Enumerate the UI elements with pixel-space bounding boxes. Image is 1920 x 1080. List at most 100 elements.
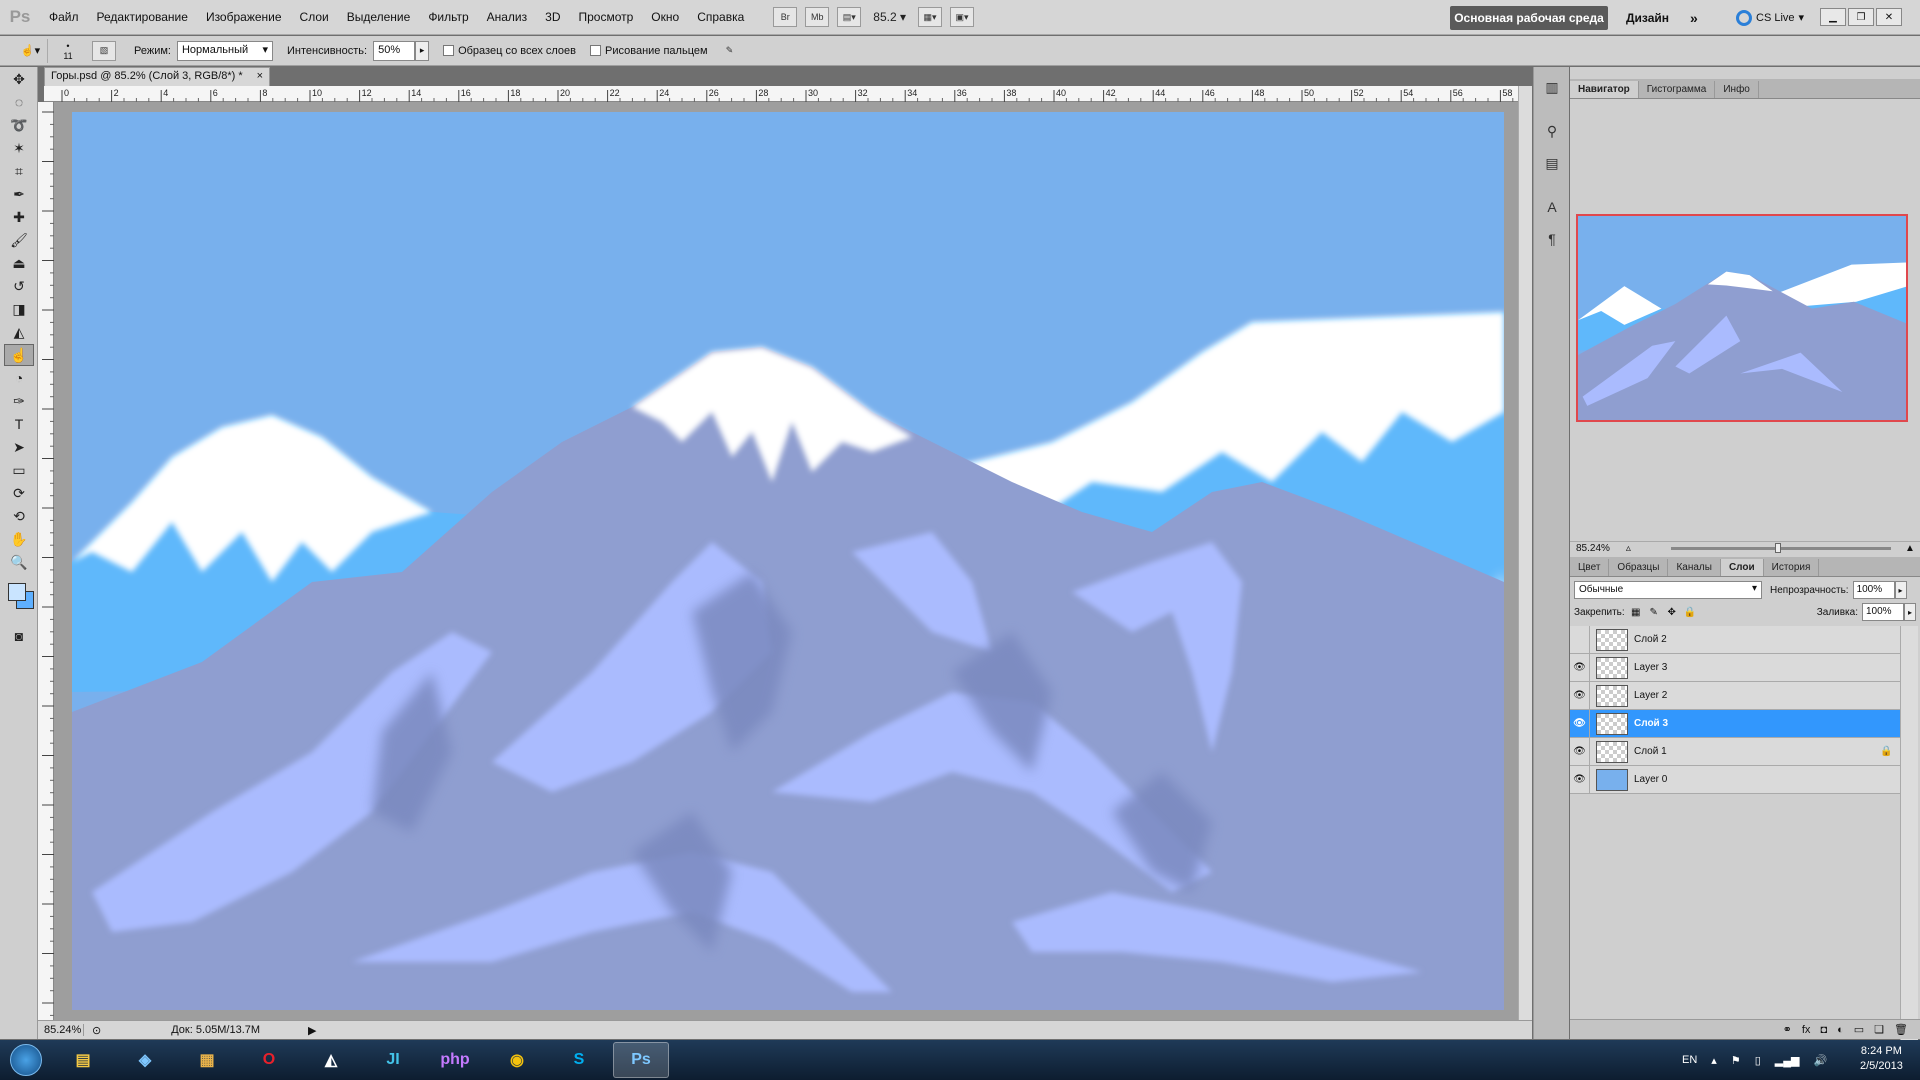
- layers-scrollbar[interactable]: [1900, 626, 1918, 1068]
- workspace-design-button[interactable]: Дизайн: [1626, 6, 1669, 30]
- network-icon[interactable]: ▂▄▆: [1775, 1054, 1800, 1067]
- eyedropper-tool-icon[interactable]: ✒: [4, 183, 34, 205]
- layer-row[interactable]: 👁 Layer 3: [1570, 653, 1900, 682]
- paint-bucket-tool-icon[interactable]: ◭: [4, 321, 34, 343]
- lock-transparency-icon[interactable]: ▦: [1629, 605, 1643, 619]
- 3d-rotate-tool-icon[interactable]: ⟳: [4, 482, 34, 504]
- start-button[interactable]: [0, 1040, 52, 1080]
- layer-thumbnail[interactable]: [1596, 712, 1628, 735]
- blue-app-icon[interactable]: ◈: [117, 1042, 173, 1078]
- canvas-vertical-scrollbar[interactable]: [1518, 86, 1532, 1020]
- mask-icon[interactable]: ◘: [1820, 1024, 1827, 1036]
- visibility-eye-icon[interactable]: 👁: [1570, 681, 1590, 710]
- menu-analysis[interactable]: Анализ: [478, 0, 537, 35]
- tab-histogram[interactable]: Гистограмма: [1639, 81, 1716, 98]
- tab-history[interactable]: История: [1764, 559, 1820, 576]
- minimize-button[interactable]: ▁: [1820, 8, 1846, 26]
- layer-row[interactable]: 👁 Слой 1 🔒: [1570, 737, 1900, 766]
- layer-row[interactable]: 👁 Слой 3: [1570, 709, 1900, 738]
- smudge-tool-preset-icon[interactable]: ☝▾: [14, 38, 48, 63]
- fx-icon[interactable]: fx: [1802, 1024, 1811, 1036]
- action-center-icon[interactable]: ⚑: [1731, 1054, 1741, 1067]
- crop-tool-icon[interactable]: ⌗: [4, 160, 34, 182]
- foreground-color-swatch[interactable]: [8, 583, 26, 601]
- group-icon[interactable]: ▭: [1854, 1023, 1864, 1036]
- zoom-tool-icon[interactable]: 🔍: [4, 551, 34, 573]
- finger-painting-checkbox[interactable]: [590, 45, 602, 56]
- status-menu-arrow-icon[interactable]: ▶: [308, 1024, 316, 1037]
- mode-select[interactable]: Нормальный: [176, 40, 273, 61]
- layer-name[interactable]: Layer 0: [1634, 774, 1880, 785]
- clone-source-panel-icon[interactable]: ⚲: [1539, 119, 1565, 143]
- jetbrains-app-icon[interactable]: JI: [365, 1042, 421, 1078]
- quick-selection-tool-icon[interactable]: ✶: [4, 137, 34, 159]
- fill-slider-toggle[interactable]: ▸: [1904, 603, 1916, 621]
- cs-live-button[interactable]: CS Live ▾: [1736, 6, 1804, 30]
- workspace-essentials-button[interactable]: Основная рабочая среда: [1450, 6, 1608, 30]
- vertical-ruler[interactable]: [38, 102, 54, 1078]
- document-close-icon[interactable]: ×: [257, 70, 263, 84]
- document-tab[interactable]: Горы.psd @ 85.2% (Слой 3, RGB/8*) * ×: [44, 67, 270, 86]
- dodge-tool-icon[interactable]: ◔: [4, 367, 34, 389]
- horizontal-ruler[interactable]: 0 2 4 6 8 10 12 14 16 18 20 22 24 26 28 30 32 34 36 38 40 42 4…: [44, 86, 1539, 102]
- layer-thumbnail[interactable]: [1596, 768, 1628, 791]
- menu-image[interactable]: Изображение: [197, 0, 291, 35]
- screen-mode-button[interactable]: ▣▾: [949, 7, 974, 27]
- arrange-documents-button[interactable]: ▦▾: [917, 7, 942, 27]
- layer-thumbnail[interactable]: [1596, 684, 1628, 707]
- restore-button[interactable]: ❐: [1848, 8, 1874, 26]
- brush-tool-icon[interactable]: 🖌: [4, 229, 34, 251]
- menu-layers[interactable]: Слои: [291, 0, 338, 35]
- layer-row[interactable]: 👁 Layer 0: [1570, 765, 1900, 794]
- 3d-orbit-tool-icon[interactable]: ⟲: [4, 505, 34, 527]
- status-zoom[interactable]: 85.24%: [38, 1024, 84, 1036]
- quick-mask-icon[interactable]: ◙: [4, 625, 34, 647]
- phpstorm-app-icon[interactable]: php: [427, 1042, 483, 1078]
- tab-channels[interactable]: Каналы: [1668, 559, 1721, 576]
- photoshop-app-icon[interactable]: Ps: [613, 1042, 669, 1078]
- layer-row[interactable]: Слой 2: [1570, 625, 1900, 654]
- type-tool-icon[interactable]: T: [4, 413, 34, 435]
- explorer-app-icon[interactable]: ▤: [55, 1042, 111, 1078]
- minibridge-button[interactable]: Mb: [805, 7, 830, 27]
- layer-thumbnail[interactable]: [1596, 628, 1628, 651]
- marquee-tool-icon[interactable]: ◌: [4, 91, 34, 113]
- pressure-icon[interactable]: ✎: [718, 41, 742, 61]
- chrome-app-icon[interactable]: ◉: [489, 1042, 545, 1078]
- menu-help[interactable]: Справка: [688, 0, 753, 35]
- character-panel-icon[interactable]: A: [1539, 195, 1565, 219]
- pen-tool-icon[interactable]: ✑: [4, 390, 34, 412]
- blend-mode-select[interactable]: Обычные: [1574, 581, 1762, 599]
- close-button[interactable]: ✕: [1876, 8, 1902, 26]
- zoom-out-icon[interactable]: ▵: [1626, 543, 1631, 554]
- navigator-zoom-slider[interactable]: [1670, 543, 1891, 553]
- minibridge-panel-icon[interactable]: ▥: [1539, 75, 1565, 99]
- tab-swatches[interactable]: Образцы: [1609, 559, 1669, 576]
- bridge-button[interactable]: Br: [773, 7, 798, 27]
- visibility-eye-icon[interactable]: 👁: [1570, 653, 1590, 682]
- tab-layers[interactable]: Слои: [1720, 559, 1764, 576]
- menu-edit[interactable]: Редактирование: [88, 0, 197, 35]
- layer-name[interactable]: Layer 3: [1634, 662, 1880, 673]
- archive-app-icon[interactable]: ▦: [179, 1042, 235, 1078]
- layer-name[interactable]: Layer 2: [1634, 690, 1880, 701]
- clone-stamp-tool-icon[interactable]: ⏏: [4, 252, 34, 274]
- fill-input[interactable]: 100%: [1862, 603, 1904, 621]
- view-extras-button[interactable]: ▤▾: [837, 7, 862, 27]
- brush-preset-picker[interactable]: • 11: [48, 41, 88, 61]
- language-indicator[interactable]: EN: [1682, 1054, 1697, 1066]
- path-selection-tool-icon[interactable]: ➤: [4, 436, 34, 458]
- lock-all-icon[interactable]: 🔒: [1683, 605, 1697, 619]
- document-canvas[interactable]: [72, 112, 1504, 1010]
- trash-icon[interactable]: 🗑: [1894, 1023, 1908, 1036]
- adjustment-icon[interactable]: ◐: [1837, 1024, 1844, 1036]
- status-info-icon[interactable]: ⊙: [92, 1024, 101, 1037]
- eraser-tool-icon[interactable]: ◨: [4, 298, 34, 320]
- navigator-zoom-value[interactable]: 85.24%: [1576, 543, 1610, 554]
- brush-panel-toggle-icon[interactable]: ▧: [92, 40, 116, 61]
- layer-name[interactable]: Слой 3: [1634, 718, 1880, 729]
- lock-position-icon[interactable]: ✥: [1665, 605, 1679, 619]
- healing-brush-tool-icon[interactable]: ✚: [4, 206, 34, 228]
- workspace-more-button[interactable]: »: [1690, 6, 1698, 30]
- intensity-slider-toggle[interactable]: ▸: [415, 40, 430, 61]
